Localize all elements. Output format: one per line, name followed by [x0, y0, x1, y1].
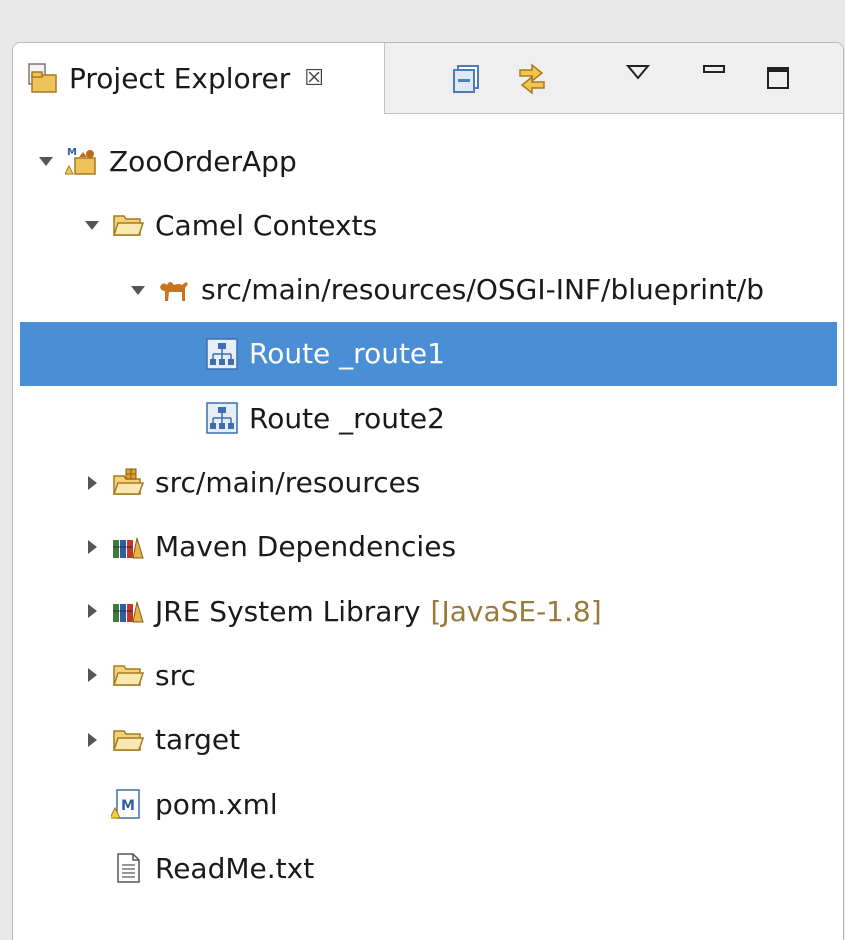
tree-item[interactable]: src/main/resources/OSGI-INF/blueprint/b [13, 258, 843, 322]
tree-item-label: src/main/resources [155, 466, 421, 499]
library-icon [111, 530, 145, 564]
camel-icon [157, 273, 191, 307]
tree-item-label: JRE System Library [155, 594, 421, 628]
tab-label: Project Explorer [69, 62, 291, 95]
tree-item[interactable]: M pom.xml [13, 772, 843, 836]
view-tab-bar: Project Explorer ☒ [13, 43, 843, 114]
source-folder-icon [111, 466, 145, 500]
library-icon [111, 594, 145, 628]
tree-item-label: target [155, 723, 241, 757]
tree-item[interactable]: Route _route2 [13, 386, 843, 450]
link-with-editor-icon[interactable] [513, 59, 551, 97]
tree-item[interactable]: target [13, 708, 843, 772]
tree-item[interactable]: Camel Contexts [13, 193, 843, 257]
tree-item[interactable]: Maven Dependencies [13, 515, 843, 579]
tree-item[interactable]: Route _route1 [20, 321, 837, 386]
maximize-icon[interactable] [759, 59, 797, 97]
tree-item-label: Maven Dependencies [155, 530, 457, 564]
tree-item-decoration: [JavaSE-1.8] [430, 594, 602, 628]
tree-item[interactable]: JRE System Library [JavaSE-1.8] [13, 579, 843, 643]
maven-camel-project-icon: M [64, 144, 99, 178]
tree-item[interactable]: M ZooOrderApp [13, 129, 843, 193]
maven-pom-icon: M [109, 787, 145, 821]
tree-item[interactable]: src/main/resources [13, 451, 843, 515]
expand-arrow-right-icon[interactable] [81, 472, 103, 494]
route-icon [205, 337, 239, 371]
minimize-icon[interactable] [695, 51, 733, 89]
folder-icon [111, 723, 145, 757]
text-file-icon [111, 851, 145, 885]
expand-arrow-right-icon[interactable] [81, 729, 103, 751]
open-folder-icon [111, 208, 145, 242]
tree-item-label: Camel Contexts [155, 208, 378, 242]
tree-item-label: ReadMe.txt [155, 851, 315, 885]
svg-text:M: M [121, 798, 135, 814]
tree-item-label: src/main/resources/OSGI-INF/blueprint/b [201, 273, 764, 307]
tree-item[interactable]: src [13, 643, 843, 707]
expand-arrow-right-icon[interactable] [81, 536, 103, 558]
tree-item-label: ZooOrderApp [109, 144, 297, 178]
close-icon[interactable]: ☒ [304, 66, 324, 91]
svg-text:M: M [67, 147, 77, 158]
project-explorer-icon [25, 61, 61, 97]
expand-arrow-down-icon[interactable] [127, 279, 149, 301]
tree-item-label: Route _route2 [249, 401, 445, 435]
expand-arrow-down-icon[interactable] [81, 214, 103, 236]
tree-item-label: pom.xml [155, 787, 278, 821]
project-explorer-tab[interactable]: Project Explorer ☒ [13, 43, 385, 114]
view-menu-icon[interactable] [619, 53, 657, 91]
expand-arrow-right-icon[interactable] [81, 664, 103, 686]
tree-item[interactable]: ReadMe.txt [13, 836, 843, 900]
expand-arrow-down-icon[interactable] [35, 150, 57, 172]
project-explorer-view: Project Explorer ☒ M ZooOrderApp Camel C… [12, 42, 844, 940]
collapse-all-icon[interactable] [447, 59, 485, 97]
route-icon [205, 401, 239, 435]
folder-icon [111, 658, 145, 692]
tree-item-label: src [155, 658, 196, 692]
expand-arrow-right-icon[interactable] [81, 600, 103, 622]
tree-item-label: Route _route1 [249, 337, 445, 371]
